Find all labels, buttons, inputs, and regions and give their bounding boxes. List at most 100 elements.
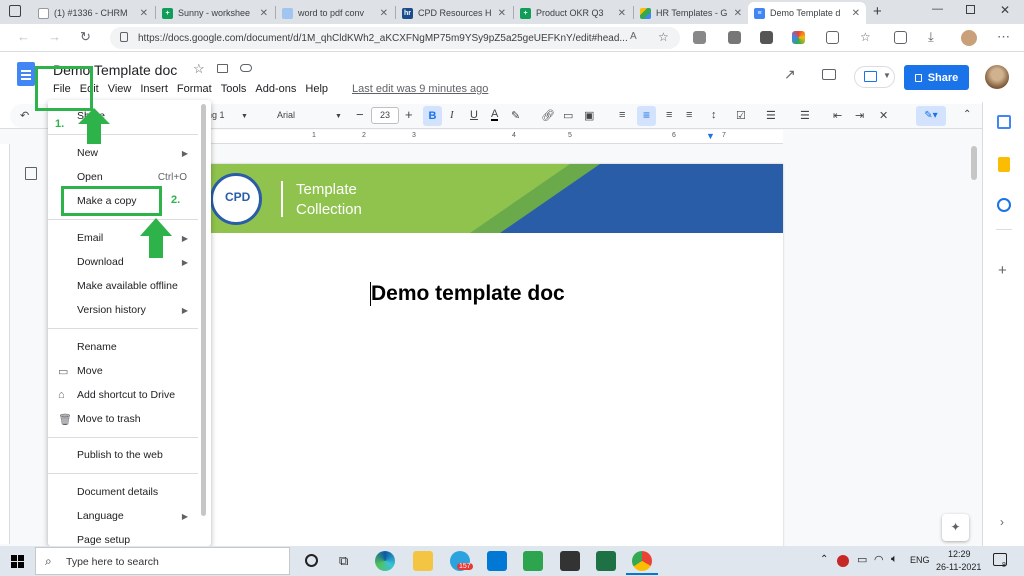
editing-mode-button[interactable]: ✎▾	[916, 106, 946, 126]
document-page[interactable]: CPD Template Collection Demo template do…	[140, 164, 783, 554]
address-bar[interactable]: https://docs.google.com/document/d/1M_qh…	[110, 27, 680, 49]
menu-addons[interactable]: Add-ons	[255, 83, 296, 95]
align-left-icon[interactable]: ≡	[619, 109, 625, 121]
tab-cpd-resources[interactable]: hr CPD Resources H ✕	[396, 2, 512, 24]
clock-date[interactable]: 26-11-2021	[936, 562, 981, 572]
vertical-scrollbar[interactable]	[970, 144, 978, 544]
align-center-button[interactable]: ≡	[637, 106, 656, 126]
sticky-notes-icon[interactable]	[560, 551, 580, 571]
menu-item-rename[interactable]: Rename	[48, 336, 211, 358]
mail-icon[interactable]	[487, 551, 507, 571]
comments-icon[interactable]	[822, 69, 836, 80]
menu-item-add-shortcut[interactable]: ⌂ Add shortcut to Drive	[48, 384, 211, 406]
clock-time[interactable]: 12:29	[948, 549, 971, 559]
account-avatar[interactable]	[985, 65, 1009, 89]
close-icon[interactable]: ✕	[380, 8, 388, 19]
close-icon[interactable]: ✕	[498, 8, 506, 19]
chevron-up-icon[interactable]: ⌃	[963, 109, 971, 120]
menu-item-document-details[interactable]: Document details	[48, 481, 211, 503]
clear-formatting-icon[interactable]: ✕	[879, 109, 888, 122]
scrollbar-thumb[interactable]	[971, 146, 977, 180]
bold-button[interactable]: B	[423, 106, 442, 126]
menu-item-version-history[interactable]: Version history ▶	[48, 299, 211, 321]
get-addons-icon[interactable]: +	[998, 262, 1007, 279]
expand-panel-icon[interactable]: ›	[1000, 515, 1004, 529]
volume-icon[interactable]: 🔈︎	[891, 553, 898, 566]
extension-g-icon[interactable]	[728, 31, 741, 44]
tab-product-okr[interactable]: + Product OKR Q3 ✕	[514, 2, 632, 24]
font-select[interactable]: Arial ▼	[277, 110, 342, 120]
close-icon[interactable]: ✕	[618, 8, 626, 19]
menu-insert[interactable]: Insert	[140, 83, 168, 95]
explore-button[interactable]: ✦	[942, 514, 969, 541]
increase-font-icon[interactable]: +	[405, 107, 413, 122]
close-icon[interactable]: ✕	[140, 8, 148, 19]
reload-icon[interactable]: ↻	[80, 29, 91, 45]
restore-icon[interactable]	[966, 5, 975, 14]
menu-view[interactable]: View	[108, 83, 132, 95]
file-explorer-icon[interactable]	[413, 551, 433, 571]
image-insert-icon[interactable]: ▣	[584, 109, 594, 122]
underline-icon[interactable]: U	[470, 109, 478, 121]
read-aloud-icon[interactable]: A	[630, 31, 637, 42]
menu-item-make-available-offline[interactable]: Make available offline	[48, 275, 211, 297]
menu-item-download[interactable]: Download ▶	[48, 251, 211, 273]
numbered-list-icon[interactable]: ☰	[800, 109, 810, 122]
cortana-icon[interactable]	[305, 554, 318, 567]
present-button[interactable]: ▼	[854, 66, 895, 88]
language-indicator[interactable]: ENG	[910, 555, 930, 565]
text-color-icon[interactable]: A	[491, 109, 499, 121]
task-view-icon[interactable]: ⧉	[339, 553, 348, 569]
font-size-input[interactable]: 23	[371, 107, 399, 124]
line-spacing-icon[interactable]: ↕	[711, 109, 717, 121]
comment-add-icon[interactable]: ▭	[563, 109, 573, 122]
close-icon[interactable]: ✕	[734, 8, 742, 19]
collections-icon[interactable]	[894, 31, 907, 44]
right-indent-marker[interactable]: ▼	[706, 131, 715, 141]
italic-icon[interactable]: I	[450, 109, 454, 121]
menu-scrollbar-thumb[interactable]	[201, 104, 206, 516]
bulleted-list-icon[interactable]: ☰	[766, 109, 776, 122]
menu-item-email[interactable]: Email ▶	[48, 227, 211, 249]
align-justify-icon[interactable]: ≡	[686, 109, 692, 121]
bookmark-star-icon[interactable]: ☆	[658, 30, 669, 44]
decrease-indent-icon[interactable]: ⇤	[833, 109, 842, 122]
system-tray-chevron-icon[interactable]: ⌃	[820, 554, 828, 565]
menu-item-language[interactable]: Language ▶	[48, 505, 211, 527]
close-icon[interactable]: ✕	[852, 8, 860, 19]
horizontal-ruler[interactable]: 1 2 3 4 5 6 7 ▼	[140, 130, 783, 144]
extensions-puzzle-icon[interactable]	[826, 31, 839, 44]
tab-chrm[interactable]: (1) #1336 - CHRM ✕	[32, 2, 154, 24]
activity-trend-icon[interactable]: ↗	[784, 66, 796, 83]
align-right-icon[interactable]: ≡	[666, 109, 672, 121]
share-button[interactable]: Share	[904, 65, 969, 90]
menu-item-move[interactable]: ▭ Move	[48, 360, 211, 382]
edge-icon[interactable]	[375, 551, 395, 571]
undo-icon[interactable]: ↶	[20, 109, 29, 122]
network-icon[interactable]: ▭	[857, 553, 867, 566]
link-icon[interactable]: 🔗︎	[541, 109, 555, 122]
docs-logo-icon[interactable]	[17, 62, 35, 86]
extension-color-icon[interactable]	[792, 31, 805, 44]
forward-arrow-icon[interactable]: →	[48, 29, 61, 44]
move-folder-icon[interactable]	[217, 64, 228, 73]
tray-app-icon[interactable]	[837, 555, 849, 567]
tab-word-to-pdf[interactable]: word to pdf conv ✕	[276, 2, 394, 24]
tab-demo-template[interactable]: ≡ Demo Template d ✕	[748, 2, 866, 24]
document-outline-icon[interactable]	[25, 167, 37, 180]
favorites-icon[interactable]: ☆	[860, 30, 871, 44]
menu-help[interactable]: Help	[305, 83, 328, 95]
wifi-icon[interactable]: ◠	[874, 553, 884, 566]
menu-item-move-to-trash[interactable]: 🗑︎ Move to trash	[48, 408, 211, 430]
highlight-icon[interactable]: ✎	[511, 109, 520, 122]
menu-item-publish-to-web[interactable]: Publish to the web	[48, 444, 211, 466]
extension-icon[interactable]	[693, 31, 706, 44]
window-close-icon[interactable]: ✕	[1000, 3, 1010, 17]
increase-indent-icon[interactable]: ⇥	[855, 109, 864, 122]
extension-translate-icon[interactable]	[760, 31, 773, 44]
taskbar-search-box[interactable]: ⌕ Type here to search	[35, 547, 290, 575]
profile-avatar[interactable]	[961, 30, 977, 46]
minimize-icon[interactable]: —	[932, 3, 943, 15]
star-icon[interactable]: ☆	[193, 61, 205, 77]
decrease-font-icon[interactable]: −	[356, 107, 364, 122]
